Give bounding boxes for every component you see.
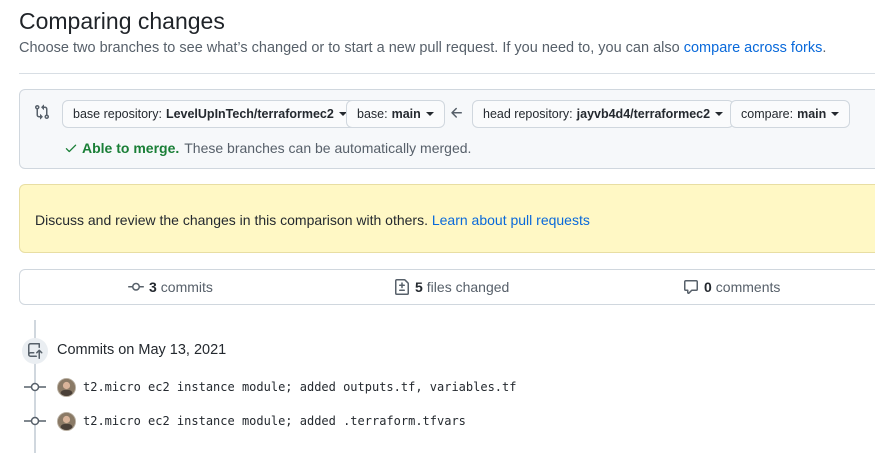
commit-row: t2.micro ec2 instance module; added .ter… — [24, 410, 466, 432]
head-repository-value: jayvb4d4/terraformec2 — [576, 107, 711, 121]
files-count: 5 — [415, 279, 423, 295]
comments-tab[interactable]: 0 comments — [683, 279, 780, 295]
base-branch-label: base: — [357, 107, 388, 121]
flash-message: Discuss and review the changes in this c… — [35, 212, 590, 228]
header-divider — [19, 73, 875, 74]
subtitle-text: Choose two branches to see what’s change… — [19, 40, 680, 56]
comparison-summary: 3 commits 5 files changed 0 comments — [19, 269, 875, 305]
caret-down-icon — [715, 112, 724, 116]
info-flash: Discuss and review the changes in this c… — [19, 184, 875, 253]
base-repository-select[interactable]: base repository: LevelUpInTech/terraform… — [62, 100, 358, 128]
file-diff-icon — [395, 279, 409, 295]
avatar-photo-icon — [58, 412, 75, 430]
base-branch-select[interactable]: base: main — [346, 100, 445, 128]
head-repository-label: head repository: — [483, 107, 573, 121]
merge-detail-text: These branches can be automatically merg… — [184, 140, 472, 156]
commit-message-link[interactable]: t2.micro ec2 instance module; added outp… — [83, 380, 516, 394]
range-editor: base repository: LevelUpInTech/terraform… — [19, 89, 875, 169]
flash-text: Discuss and review the changes in this c… — [35, 212, 428, 228]
commits-day-label: Commits on May 13, 2021 — [57, 342, 227, 358]
caret-down-icon — [425, 112, 434, 116]
comments-label: comments — [715, 279, 781, 295]
compare-branch-value: main — [797, 107, 827, 121]
page-title: Comparing changes — [19, 8, 225, 34]
commit-icon — [128, 282, 144, 291]
commit-node-icon — [24, 416, 46, 426]
commit-message-link[interactable]: t2.micro ec2 instance module; added .ter… — [83, 414, 466, 428]
page-subtitle: Choose two branches to see what’s change… — [19, 40, 826, 56]
head-repository-select[interactable]: head repository: jayvb4d4/terraformec2 — [472, 100, 735, 128]
subtitle-end: . — [822, 40, 827, 56]
avatar-photo-icon — [58, 378, 75, 396]
author-avatar[interactable] — [57, 411, 76, 431]
arrow-left-icon — [451, 107, 462, 118]
learn-pull-requests-link[interactable]: Learn about pull requests — [432, 212, 590, 228]
compare-branch-select[interactable]: compare: main — [730, 100, 851, 128]
merge-status: Able to merge. These branches can be aut… — [64, 140, 471, 156]
files-changed-tab[interactable]: 5 files changed — [394, 279, 509, 295]
base-repository-value: LevelUpInTech/terraformec2 — [165, 107, 334, 121]
comment-icon — [684, 280, 698, 294]
commits-tab[interactable]: 3 commits — [128, 279, 213, 295]
commits-count: 3 — [149, 279, 157, 295]
base-repository-label: base repository: — [73, 107, 162, 121]
merge-ok-text: Able to merge. — [82, 140, 180, 156]
commit-node-icon — [24, 382, 46, 392]
files-label: files changed — [426, 279, 510, 295]
commits-day-badge — [22, 338, 48, 364]
base-branch-value: main — [391, 107, 421, 121]
compare-across-forks-link[interactable]: compare across forks — [684, 40, 823, 56]
commit-row: t2.micro ec2 instance module; added outp… — [24, 376, 516, 398]
git-compare-icon — [35, 104, 50, 120]
caret-down-icon — [831, 112, 840, 116]
commits-label: commits — [160, 279, 213, 295]
check-icon — [65, 144, 77, 153]
author-avatar[interactable] — [57, 377, 76, 397]
compare-branch-label: compare: — [741, 107, 794, 121]
repo-push-icon — [28, 343, 43, 359]
comments-count: 0 — [704, 279, 712, 295]
